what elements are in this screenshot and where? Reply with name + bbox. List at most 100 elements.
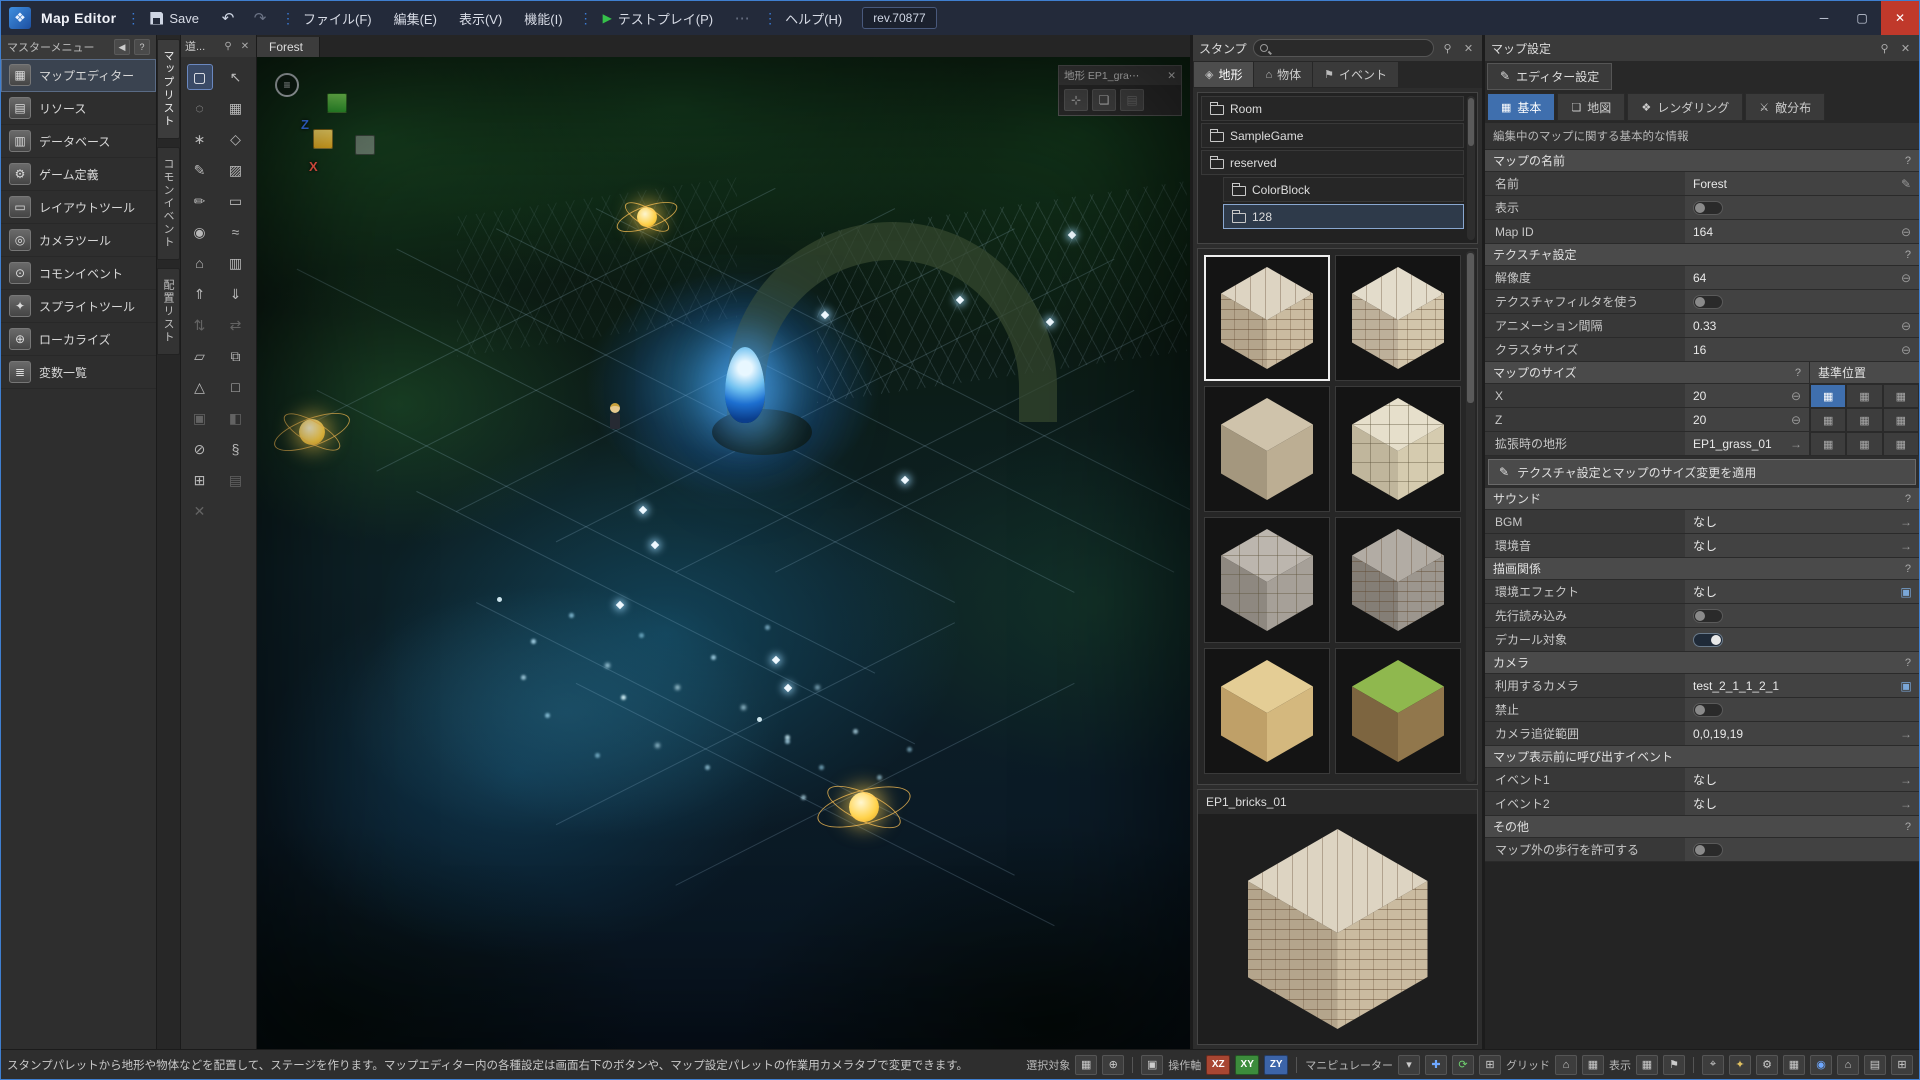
menu-edit[interactable]: 編集(E) bbox=[388, 5, 443, 32]
status-effects-button[interactable]: ✦ bbox=[1729, 1055, 1751, 1075]
select-target-terrain-button[interactable]: ▦ bbox=[1075, 1055, 1097, 1075]
status-add-button[interactable]: ⊞ bbox=[1891, 1055, 1913, 1075]
tree-scrollbar[interactable] bbox=[1467, 96, 1475, 240]
testplay-button[interactable]: ▶テストプレイ(P) bbox=[595, 6, 722, 31]
collapse-icon[interactable]: ◀ bbox=[114, 39, 130, 55]
picker-arrow-icon[interactable]: → bbox=[1893, 768, 1919, 791]
help-icon[interactable]: ? bbox=[1905, 155, 1911, 167]
help-icon[interactable]: ? bbox=[134, 39, 150, 55]
pin-icon[interactable]: ⚲ bbox=[1440, 42, 1455, 55]
gizmo-y-cube[interactable] bbox=[327, 93, 347, 113]
camera-follow-input[interactable]: 0,0,19,19 bbox=[1685, 722, 1893, 745]
axis-zy-button[interactable]: ZY bbox=[1264, 1055, 1288, 1075]
sidebar-item-localize[interactable]: ⊕ローカライズ bbox=[1, 323, 156, 356]
pin-icon[interactable]: ⚲ bbox=[221, 39, 235, 53]
grid-snap-button[interactable]: ⌂ bbox=[1555, 1055, 1577, 1075]
texture-filter-toggle[interactable] bbox=[1693, 295, 1723, 309]
picker-arrow-icon[interactable]: → bbox=[1783, 432, 1809, 455]
copy-tool[interactable]: ⊞ bbox=[188, 468, 212, 492]
filled-cube-tool[interactable]: ▣ bbox=[188, 406, 212, 430]
sidebar-item-variables[interactable]: ≣変数一覧 bbox=[1, 356, 156, 389]
camera-forbid-toggle[interactable] bbox=[1693, 703, 1723, 717]
reset-icon[interactable]: ⊖ bbox=[1893, 220, 1919, 243]
raise-terrain-tool[interactable]: ⇑ bbox=[188, 282, 212, 306]
help-icon[interactable]: ? bbox=[1905, 657, 1911, 669]
save-button[interactable]: Save bbox=[142, 8, 207, 29]
cursor-select-tool[interactable]: ↖ bbox=[224, 65, 248, 89]
help-icon[interactable]: ? bbox=[1905, 821, 1911, 833]
tree-item-128[interactable]: 128 bbox=[1223, 204, 1464, 229]
maximize-button[interactable]: ▢ bbox=[1843, 1, 1881, 35]
lasso-select-tool[interactable]: ◌ bbox=[188, 96, 212, 120]
pencil-tool[interactable]: ✏ bbox=[188, 189, 212, 213]
picker-arrow-icon[interactable]: → bbox=[1893, 722, 1919, 745]
status-settings-button[interactable]: ⚙ bbox=[1756, 1055, 1778, 1075]
house-stamp-tool[interactable]: ⌂ bbox=[188, 251, 212, 275]
decal-toggle[interactable] bbox=[1693, 633, 1723, 647]
stamp-tab-event[interactable]: ⚑イベント bbox=[1313, 62, 1398, 87]
view-grid-button[interactable]: ▦ bbox=[1636, 1055, 1658, 1075]
layers-tool[interactable]: ▤ bbox=[224, 468, 248, 492]
axis-xy-button[interactable]: XY bbox=[1235, 1055, 1259, 1075]
picker-box-icon[interactable]: ▣ bbox=[1893, 674, 1919, 697]
stamp-thumb-sand[interactable] bbox=[1204, 648, 1330, 774]
anchor-mid-left[interactable]: ▦ bbox=[1810, 408, 1846, 432]
slope-tool[interactable]: ▱ bbox=[188, 344, 212, 368]
region-select-tool[interactable]: ◇ bbox=[224, 127, 248, 151]
forbid-tool[interactable]: ⊘ bbox=[188, 437, 212, 461]
tab-rendering[interactable]: ❖レンダリング bbox=[1627, 93, 1743, 121]
reset-icon[interactable]: ⊖ bbox=[1893, 314, 1919, 337]
redo-icon[interactable]: ↷ bbox=[249, 9, 271, 27]
stamp-thumb-bricks-gray[interactable] bbox=[1335, 517, 1461, 643]
more-menu-icon[interactable]: ⋯ bbox=[731, 9, 753, 27]
sidebar-item-sprite-tool[interactable]: ✦スプライトツール bbox=[1, 290, 156, 323]
stamp-thumb-tile-cream[interactable] bbox=[1335, 386, 1461, 512]
status-camera-button[interactable]: ◉ bbox=[1810, 1055, 1832, 1075]
env-effect-picker[interactable]: なし bbox=[1685, 580, 1893, 603]
delete-tool[interactable]: ✕ bbox=[188, 499, 212, 523]
sidebar-item-game-definition[interactable]: ⚙ゲーム定義 bbox=[1, 158, 156, 191]
axis-xz-button[interactable]: XZ bbox=[1206, 1055, 1230, 1075]
close-icon[interactable]: ✕ bbox=[1898, 42, 1913, 55]
anchor-top-right[interactable]: ▦ bbox=[1883, 384, 1919, 408]
edit-icon[interactable]: ✎ bbox=[1893, 172, 1919, 195]
select-target-object-button[interactable]: ⊕ bbox=[1102, 1055, 1124, 1075]
thumbnail-scrollbar[interactable] bbox=[1466, 251, 1475, 782]
visible-toggle[interactable] bbox=[1693, 201, 1723, 215]
anchor-bottom-center[interactable]: ▦ bbox=[1846, 432, 1882, 456]
help-icon[interactable]: ? bbox=[1905, 493, 1911, 505]
viewport-menu-button[interactable]: ≡ bbox=[275, 73, 299, 97]
walk-outside-toggle[interactable] bbox=[1693, 843, 1723, 857]
tab-placement-list[interactable]: 配置リスト bbox=[157, 268, 180, 355]
status-home-button[interactable]: ⌂ bbox=[1837, 1055, 1859, 1075]
manipulator-caret-button[interactable]: ▾ bbox=[1398, 1055, 1420, 1075]
script-tool[interactable]: § bbox=[224, 437, 248, 461]
picker-arrow-icon[interactable]: → bbox=[1893, 792, 1919, 815]
player-character[interactable] bbox=[607, 403, 623, 433]
tab-map-list[interactable]: マップリスト bbox=[157, 39, 180, 139]
cube-tool[interactable]: □ bbox=[224, 375, 248, 399]
tree-item-samplegame[interactable]: SampleGame bbox=[1201, 123, 1464, 148]
tab-map[interactable]: ❏地図 bbox=[1557, 93, 1625, 121]
expand-terrain-picker[interactable]: EP1_grass_01 bbox=[1685, 432, 1783, 455]
undo-icon[interactable]: ↶ bbox=[217, 9, 239, 27]
move-manipulator-button[interactable]: ✚ bbox=[1425, 1055, 1447, 1075]
reset-icon[interactable]: ⊖ bbox=[1893, 266, 1919, 289]
reset-icon[interactable]: ⊖ bbox=[1783, 384, 1809, 407]
camera-picker[interactable]: test_2_1_1_2_1 bbox=[1685, 674, 1893, 697]
menu-help[interactable]: ヘルプ(H) bbox=[779, 5, 848, 32]
event2-picker[interactable]: なし bbox=[1685, 792, 1893, 815]
anchor-bottom-left[interactable]: ▦ bbox=[1810, 432, 1846, 456]
anchor-top-center[interactable]: ▦ bbox=[1846, 384, 1882, 408]
sidebar-item-common-events[interactable]: ⊙コモンイベント bbox=[1, 257, 156, 290]
lower-terrain-tool[interactable]: ⇓ bbox=[224, 282, 248, 306]
bgm-picker[interactable]: なし bbox=[1685, 510, 1893, 533]
apply-texture-size-button[interactable]: ✎ テクスチャ設定とマップのサイズ変更を適用 bbox=[1488, 459, 1916, 485]
overlay-page-button[interactable]: ▤ bbox=[1120, 89, 1144, 111]
3d-scene[interactable]: ≡ Z X 地形 EP1_gra⋯ ✕ ⊹ ❏ bbox=[257, 57, 1190, 1049]
editor-settings-tab[interactable]: ✎エディター設定 bbox=[1487, 63, 1612, 90]
menu-view[interactable]: 表示(V) bbox=[453, 5, 508, 32]
overlay-place-button[interactable]: ⊹ bbox=[1064, 89, 1088, 111]
close-icon[interactable]: ✕ bbox=[1461, 42, 1476, 55]
spray-tool[interactable]: ≈ bbox=[224, 220, 248, 244]
